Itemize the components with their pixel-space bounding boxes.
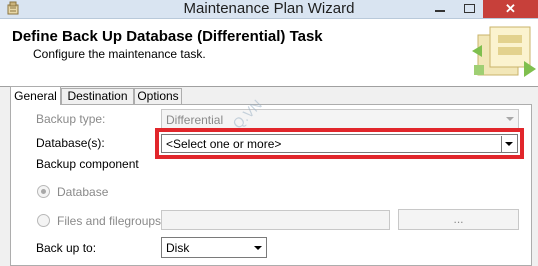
page-title: Define Back Up Database (Differential) T… [12,28,323,45]
backup-to-label: Back up to: [36,241,97,255]
dropdown-arrow-icon [254,246,262,250]
backup-type-label: Backup type: [36,112,106,126]
tab-general[interactable]: General [10,86,61,105]
wizard-graphic [472,26,536,77]
minimize-icon[interactable] [425,0,455,18]
backup-component-label: Backup component [36,157,139,171]
wizard-header: Define Back Up Database (Differential) T… [0,19,538,87]
close-button[interactable]: ✕ [483,0,538,18]
tab-options[interactable]: Options [134,88,182,104]
backup-type-select[interactable]: Differential [161,109,519,129]
page-subtitle: Configure the maintenance task. [33,47,206,61]
radio-database-label: Database [57,185,109,199]
maximize-icon[interactable] [455,0,483,18]
backup-to-value: Disk [166,241,190,255]
files-filegroups-field[interactable] [161,210,390,230]
highlight-box [155,128,524,159]
backup-type-value: Differential [166,113,224,127]
radio-files-label: Files and filegroups: [57,214,165,228]
radio-database[interactable] [37,185,50,198]
radio-files-filegroups[interactable] [37,214,50,227]
close-icon: ✕ [505,1,516,16]
databases-label: Database(s): [36,136,105,150]
files-browse-button[interactable]: ... [398,209,519,230]
dropdown-arrow-icon [506,117,514,121]
tab-destination[interactable]: Destination [61,88,134,104]
backup-to-select[interactable]: Disk [161,237,267,258]
title-bar: Maintenance Plan Wizard ✕ [0,0,538,19]
